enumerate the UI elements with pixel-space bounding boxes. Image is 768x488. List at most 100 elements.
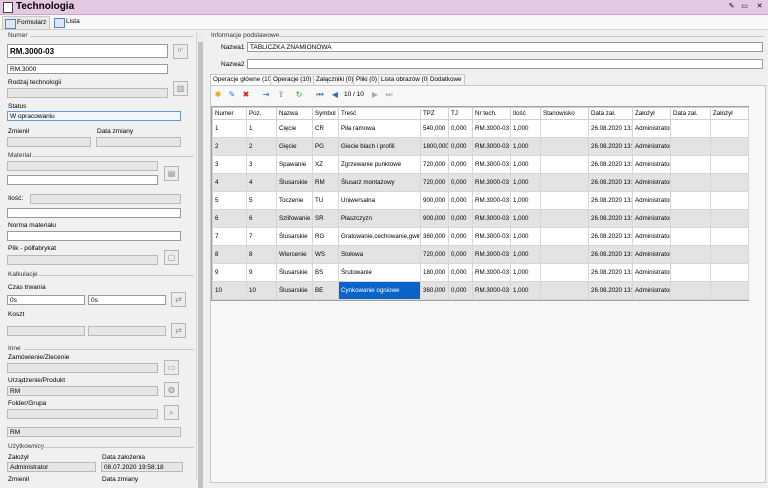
table-cell[interactable] xyxy=(540,263,589,282)
table-cell[interactable]: 4 xyxy=(212,173,247,192)
table-cell[interactable]: Cynkowanie ogniowe xyxy=(338,281,421,300)
table-cell[interactable]: Spawanie xyxy=(276,155,313,174)
table-cell[interactable]: 1,000 xyxy=(510,245,541,264)
table-cell[interactable] xyxy=(670,245,711,264)
table-cell[interactable] xyxy=(540,227,589,246)
table-cell[interactable]: 1,000 xyxy=(510,281,541,300)
koszt-select[interactable] xyxy=(88,326,166,336)
table-cell[interactable] xyxy=(670,209,711,228)
table-cell[interactable]: RM.3000-03 xyxy=(472,155,511,174)
table-cell[interactable]: 9 xyxy=(246,263,277,282)
table-cell[interactable]: 900,000 xyxy=(420,209,449,228)
table-cell[interactable]: 0,000 xyxy=(448,155,473,174)
table-cell[interactable]: RM.3000-03 xyxy=(472,227,511,246)
status-input[interactable]: W opracowaniu xyxy=(7,111,181,121)
table-cell[interactable] xyxy=(710,119,749,138)
left-scrollbar[interactable] xyxy=(196,32,204,488)
first-page-icon[interactable]: ⏮ xyxy=(315,90,325,100)
table-row[interactable]: 2 2 Gięcie PG Giecie blach i profili 1800,000… xyxy=(212,137,749,156)
table-cell[interactable]: 0,000 xyxy=(448,263,473,282)
table-cell[interactable]: 7 xyxy=(212,227,247,246)
order-button[interactable]: ▭ xyxy=(164,360,179,375)
table-cell[interactable] xyxy=(710,137,749,156)
column-header[interactable]: Nazwa xyxy=(276,107,313,120)
column-header[interactable]: Ilość xyxy=(510,107,541,120)
table-cell[interactable]: 8 xyxy=(212,245,247,264)
norma-input[interactable] xyxy=(7,231,181,241)
table-cell[interactable] xyxy=(710,191,749,210)
table-cell[interactable]: 2 xyxy=(212,137,247,156)
file-button[interactable]: ▢ xyxy=(164,250,179,265)
table-cell[interactable]: Ślusarz montażowy xyxy=(338,173,421,192)
table-cell[interactable]: 540,000 xyxy=(420,119,449,138)
table-cell[interactable] xyxy=(540,137,589,156)
zamowienie-input[interactable] xyxy=(7,363,158,373)
table-cell[interactable] xyxy=(540,119,589,138)
table-cell[interactable]: 26.08.2020 13:31 xyxy=(588,263,633,282)
table-cell[interactable]: Gratowanie,cechowanie,gwint xyxy=(338,227,421,246)
czas-input-1[interactable]: 0s xyxy=(7,295,85,305)
product-button[interactable]: ◍ xyxy=(164,382,179,397)
table-cell[interactable]: 0,000 xyxy=(448,137,473,156)
koszt-input[interactable] xyxy=(7,326,85,336)
table-row[interactable]: 9 9 Ślusarskie BS Śrutowanie 180,000 0,000 RM.3… xyxy=(212,263,749,282)
table-cell[interactable]: RM.3000-03 xyxy=(472,173,511,192)
column-header[interactable]: Symbol xyxy=(312,107,339,120)
table-cell[interactable]: Szlifowanie xyxy=(276,209,313,228)
table-cell[interactable]: 1800,000 xyxy=(420,137,449,156)
table-row[interactable]: 4 4 Ślusarskie RM Ślusarz montażowy 720,000 0,… xyxy=(212,173,749,192)
table-cell[interactable]: SR xyxy=(312,209,339,228)
table-cell[interactable]: 26.08.2020 13:30 xyxy=(588,155,633,174)
table-cell[interactable]: Stołowa xyxy=(338,245,421,264)
table-cell[interactable]: 8 xyxy=(246,245,277,264)
table-cell[interactable]: 0,000 xyxy=(448,119,473,138)
pin-icon[interactable]: ✎ xyxy=(727,2,736,11)
table-cell[interactable]: WS xyxy=(312,245,339,264)
table-cell[interactable]: 0,000 xyxy=(448,173,473,192)
table-cell[interactable]: Wiercenie xyxy=(276,245,313,264)
book-button[interactable]: ▥ xyxy=(173,81,188,96)
material-select[interactable] xyxy=(7,161,158,171)
table-cell[interactable]: 3 xyxy=(212,155,247,174)
table-cell[interactable]: RG xyxy=(312,227,339,246)
table-row[interactable]: 5 5 Toczenie TU Uniwersalna 900,000 0,000 RM.30… xyxy=(212,191,749,210)
column-header[interactable]: Stanowisko xyxy=(540,107,589,120)
table-cell[interactable]: 360,000 xyxy=(420,281,449,300)
column-header[interactable]: TPZ xyxy=(420,107,449,120)
table-cell[interactable]: 7 xyxy=(246,227,277,246)
table-cell[interactable]: RM.3000-03 xyxy=(472,263,511,282)
table-cell[interactable]: 720,000 xyxy=(420,173,449,192)
table-cell[interactable]: 180,000 xyxy=(420,263,449,282)
table-cell[interactable]: Zgrzewanie punktowe xyxy=(338,155,421,174)
table-cell[interactable]: 5 xyxy=(246,191,277,210)
table-cell[interactable]: 3 xyxy=(246,155,277,174)
table-cell[interactable]: Toczenie xyxy=(276,191,313,210)
table-cell[interactable]: 1,000 xyxy=(510,173,541,192)
urzadzenie-input[interactable]: RM xyxy=(7,386,158,396)
folder-input-2[interactable]: RM xyxy=(7,427,181,437)
table-cell[interactable]: Administrator xyxy=(632,191,671,210)
table-cell[interactable] xyxy=(540,209,589,228)
table-row[interactable]: 7 7 Ślusarskie RG Gratowanie,cechowanie,gwin… xyxy=(212,227,749,246)
table-cell[interactable]: 26.08.2020 13:31 xyxy=(588,281,633,300)
column-header[interactable]: Nr tech. xyxy=(472,107,511,120)
table-cell[interactable] xyxy=(710,227,749,246)
table-cell[interactable] xyxy=(710,209,749,228)
table-cell[interactable]: BE xyxy=(312,281,339,300)
next-page-icon[interactable]: ▶ xyxy=(370,90,380,100)
table-cell[interactable]: Administrator xyxy=(632,263,671,282)
numer-input[interactable]: RM.3000-03 xyxy=(7,44,168,58)
table-cell[interactable]: 1,000 xyxy=(510,209,541,228)
table-cell[interactable]: TU xyxy=(312,191,339,210)
edit-row-icon[interactable]: ✎ xyxy=(227,90,237,100)
table-cell[interactable] xyxy=(710,245,749,264)
table-cell[interactable]: Ślusarskie xyxy=(276,281,313,300)
table-row[interactable]: 6 6 Szlifowanie SR Płaszczyzn 900,000 0,000 RM.… xyxy=(212,209,749,228)
czas-input-2[interactable]: 0s xyxy=(88,295,166,305)
table-cell[interactable]: 900,000 xyxy=(420,191,449,210)
rodzaj-input[interactable] xyxy=(7,88,168,98)
table-cell[interactable] xyxy=(670,155,711,174)
table-cell[interactable]: 26.08.2020 13:31 xyxy=(588,245,633,264)
numbering-button[interactable]: n° xyxy=(173,44,188,59)
table-cell[interactable]: Uniwersalna xyxy=(338,191,421,210)
